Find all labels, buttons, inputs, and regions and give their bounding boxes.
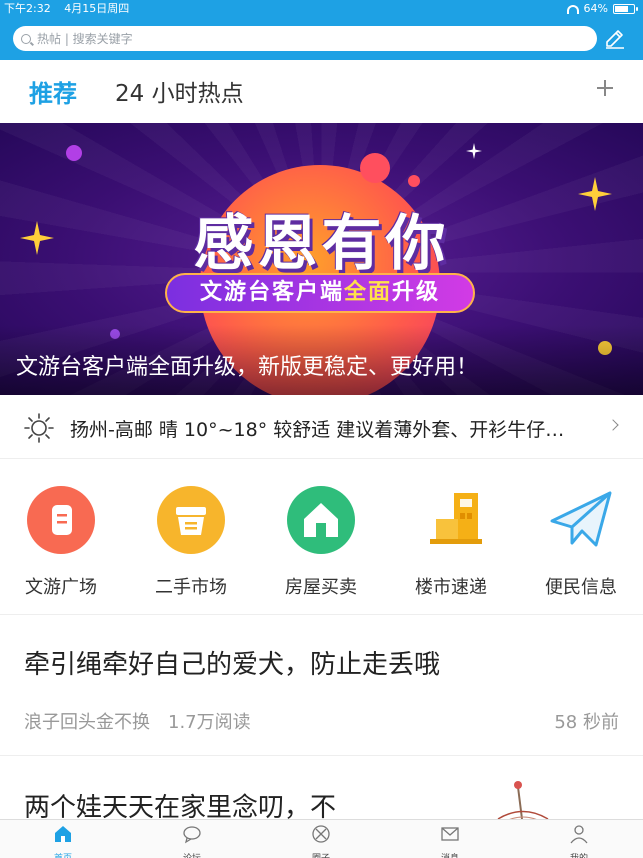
shortcut-wenyou-square[interactable]: 文游广场 [11, 485, 111, 599]
paper-plane-icon [550, 491, 612, 547]
search-input[interactable] [37, 31, 557, 46]
feed-author[interactable]: 浪子回头金不换 [24, 712, 150, 733]
shortcut-label: 文游广场 [25, 577, 97, 598]
sun-icon [24, 413, 54, 443]
shortcut-housing[interactable]: 房屋买卖 [271, 485, 371, 599]
feed-item[interactable]: 牵引绳牵好自己的爱犬，防止走丢哦 浪子回头金不换 1.7万阅读 58 秒前 [0, 616, 643, 756]
feed-title: 牵引绳牵好自己的爱犬，防止走丢哦 [24, 650, 441, 680]
search-icon [21, 33, 31, 44]
tab-recommended[interactable]: 推荐 [29, 74, 77, 109]
compose-icon[interactable] [603, 26, 627, 50]
nav-messages[interactable]: 消息 [420, 824, 480, 858]
battery-icon [613, 4, 638, 14]
shortcut-property-news[interactable]: 楼市速递 [401, 485, 501, 599]
status-date: 4月15日周四 [64, 2, 130, 15]
nav-circle[interactable]: 圈子 [291, 824, 351, 858]
house-icon [287, 486, 355, 554]
chevron-right-icon [607, 419, 619, 431]
feed-title: 两个娃天天在家里念叨，不 [24, 793, 337, 819]
nav-me[interactable]: 我的 [549, 824, 609, 858]
banner-dot [66, 145, 82, 161]
home-icon [55, 826, 71, 842]
shortcut-convenience-info[interactable]: 便民信息 [531, 485, 631, 599]
promo-banner[interactable]: 感恩有你 文游台客户端全面升级 文游台客户端全面升级，新版更稳定、更好用！ [0, 123, 643, 395]
nav-label: 首页 [33, 851, 93, 858]
nav-label: 论坛 [162, 851, 222, 858]
shortcut-grid: 文游广场 二手市场 房屋买卖 楼市速递 便民信息 [0, 470, 643, 615]
weather-row[interactable]: 扬州-高邮 晴 10°~18° 较舒适 建议着薄外套、开衫牛仔衫裤等服装 [0, 395, 643, 459]
status-bar: 下午2:32 4月15日周四 64% [0, 0, 643, 18]
feed-time: 58 秒前 [554, 712, 619, 733]
circle-icon [312, 825, 330, 843]
square-icon [27, 486, 95, 554]
banner-subtitle-part2: 升级 [392, 280, 441, 305]
weather-text: 扬州-高邮 晴 10°~18° 较舒适 建议着薄外套、开衫牛仔衫裤等服装 [70, 419, 580, 441]
basket-icon [157, 486, 225, 554]
banner-dot [408, 175, 420, 187]
feed-thumbnail [497, 781, 549, 819]
banner-subtitle: 文游台客户端全面升级 [165, 273, 475, 313]
nav-label: 消息 [420, 851, 480, 858]
shortcut-label: 便民信息 [545, 577, 617, 598]
feed-reads: 1.7万阅读 [168, 712, 251, 733]
user-icon [570, 825, 588, 844]
nav-forum[interactable]: 论坛 [162, 824, 222, 858]
banner-caption: 文游台客户端全面升级，新版更稳定、更好用！ [16, 355, 479, 380]
building-icon [430, 493, 482, 544]
banner-dot [360, 153, 390, 183]
app-header: 下午2:32 4月15日周四 64% [0, 0, 643, 60]
wifi-icon [566, 4, 579, 14]
banner-subtitle-part1: 文游台客户端 [199, 280, 344, 305]
status-time: 下午2:32 [4, 2, 51, 15]
shortcut-label: 二手市场 [155, 577, 227, 598]
banner-subtitle-highlight: 全面 [343, 280, 392, 305]
nav-label: 我的 [549, 851, 609, 858]
nav-label: 圈子 [291, 851, 351, 858]
chat-icon [183, 826, 201, 844]
tab-hot-24h[interactable]: 24 小时热点 [115, 74, 244, 108]
battery-level [615, 6, 628, 12]
add-channel-icon[interactable] [597, 80, 613, 96]
bottom-nav: 首页 论坛 圈子 消息 我的 [0, 819, 643, 858]
star-icon [466, 143, 482, 159]
search-bar[interactable] [13, 26, 597, 51]
feed-item[interactable]: 两个娃天天在家里念叨，不 [0, 757, 643, 819]
nav-home[interactable]: 首页 [33, 824, 93, 858]
mail-icon [441, 827, 459, 841]
banner-title: 感恩有你 [193, 209, 450, 279]
shortcut-second-hand[interactable]: 二手市场 [141, 485, 241, 599]
channel-tabs: 推荐 24 小时热点 [0, 60, 643, 123]
shortcut-label: 房屋买卖 [285, 577, 357, 598]
feed-meta: 浪子回头金不换 1.7万阅读 [24, 708, 251, 734]
shortcut-label: 楼市速递 [415, 577, 487, 598]
battery-percent: 64% [583, 2, 608, 15]
